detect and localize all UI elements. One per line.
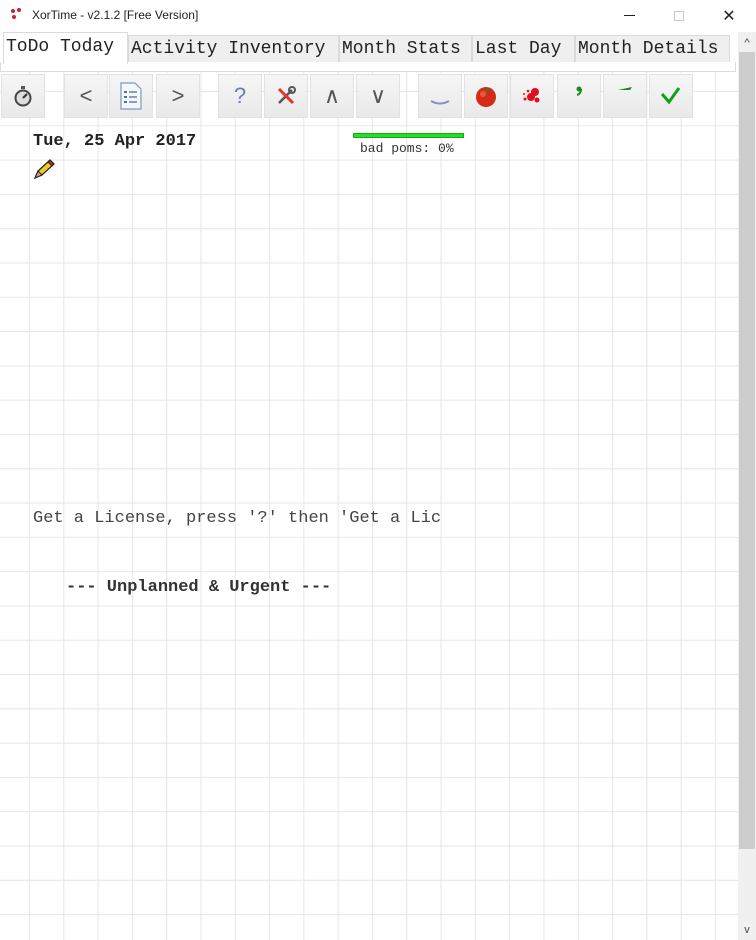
vertical-scrollbar[interactable]: ^ v [738,32,756,940]
tab-month-stats[interactable]: Month Stats [339,35,472,63]
checkmark-icon [660,87,681,105]
chevron-right-icon: > [171,83,185,108]
chevron-up-icon: ∧ [323,83,341,108]
xortime-dots-icon [11,8,23,20]
dash-mark-icon [618,87,632,90]
list-button[interactable] [109,74,153,118]
move-up-button[interactable]: ∧ [310,74,354,118]
done-button[interactable] [649,74,693,118]
chevron-left-icon: < [79,83,93,108]
scroll-down-button[interactable]: v [738,921,756,938]
stopwatch-button[interactable] [1,74,45,118]
bad-poms-label: bad poms: 0% [360,141,454,156]
minimize-icon [623,15,635,16]
list-document-icon [120,82,142,110]
question-icon: ? [233,83,247,108]
tab-todo-today[interactable]: ToDo Today [3,32,128,64]
maximize-button[interactable] [656,0,702,31]
previous-day-button[interactable]: < [64,74,108,118]
edit-day-button[interactable] [32,158,56,180]
todo-grid-area[interactable] [0,72,738,940]
tab-label: Month Stats [342,39,461,59]
tab-label: Month Details [578,39,719,59]
close-icon: ✕ [722,7,736,25]
tab-activity-inventory[interactable]: Activity Inventory [128,35,339,63]
comma-mark-icon [576,86,582,96]
dash-mark-button[interactable] [603,74,647,118]
window-title: XorTime - v2.1.2 [Free Version] [32,8,199,22]
move-down-button[interactable]: ∨ [356,74,400,118]
title-bar: XorTime - v2.1.2 [Free Version] ✕ [0,0,756,31]
underline-mark-icon [430,100,450,105]
chevron-down-icon: ∨ [369,83,387,108]
pencil-icon [33,159,55,180]
tomato-icon [476,87,496,107]
next-day-button[interactable]: > [156,74,200,118]
tab-month-details[interactable]: Month Details [575,35,730,63]
tools-icon [277,86,296,105]
splat-icon [523,88,540,103]
tools-button[interactable] [264,74,308,118]
license-hint: Get a License, press '?' then 'Get a Lic [33,509,442,528]
tab-label: Activity Inventory [131,39,326,59]
bad-poms-bar [353,133,464,138]
toolbar: < > ? ∧ ∨ [0,74,738,120]
tab-label: Last Day [475,39,562,59]
comma-mark-button[interactable] [557,74,601,118]
tab-label: ToDo Today [6,36,115,57]
maximize-icon [674,10,684,21]
scroll-up-button[interactable]: ^ [738,34,756,51]
splat-button[interactable] [510,74,554,118]
tab-bar: ToDo Today Activity Inventory Month Stat… [0,32,736,64]
underline-mark-button[interactable] [418,74,462,118]
tab-last-day[interactable]: Last Day [472,35,575,63]
chevron-down-icon: v [744,923,750,936]
scrollbar-thumb[interactable] [739,52,755,849]
chevron-up-icon: ^ [744,36,750,49]
day-date: Tue, 25 Apr 2017 [33,132,197,151]
minimize-button[interactable] [606,0,652,31]
help-button[interactable]: ? [218,74,262,118]
stopwatch-icon [14,86,32,107]
section-header-unplanned-urgent: --- Unplanned & Urgent --- [66,578,332,597]
close-button[interactable]: ✕ [706,0,752,31]
tomato-button[interactable] [464,74,508,118]
